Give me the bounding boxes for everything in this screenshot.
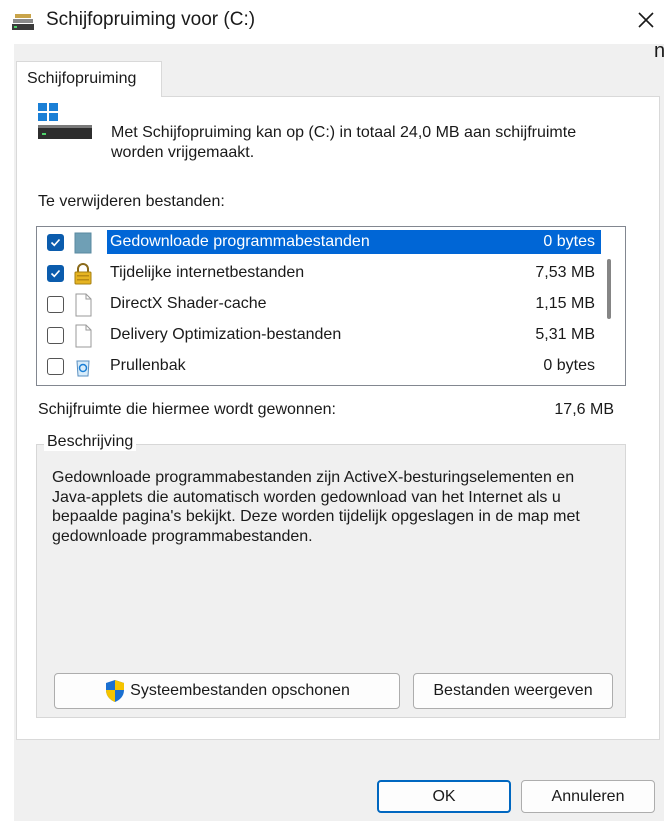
- checkbox[interactable]: [47, 265, 64, 282]
- list-item-name: Prullenbak: [110, 357, 186, 374]
- folder-icon: [73, 231, 93, 255]
- space-gained-label: Schijfruimte die hiermee wordt gewonnen:: [38, 401, 336, 418]
- view-files-button[interactable]: Bestanden weergeven: [413, 673, 613, 709]
- list-item-name: DirectX Shader-cache: [110, 295, 267, 312]
- recycle-bin-icon: [73, 355, 93, 379]
- checkbox[interactable]: [47, 327, 64, 344]
- list-item-size: 0 bytes: [543, 357, 595, 374]
- list-item-partial[interactable]: [37, 382, 607, 385]
- cancel-button[interactable]: Annuleren: [521, 780, 655, 813]
- checkbox[interactable]: [47, 358, 64, 375]
- intro-text: Met Schijfopruiming kan op (C:) in totaa…: [111, 124, 577, 161]
- close-icon: [638, 12, 654, 28]
- disk-cleanup-icon: [12, 13, 34, 31]
- checkbox[interactable]: [47, 234, 64, 251]
- list-item[interactable]: Gedownloade programmabestanden 0 bytes: [37, 227, 607, 259]
- file-icon: [73, 293, 93, 317]
- checkbox[interactable]: [47, 296, 64, 313]
- background-window-text: n: [654, 40, 666, 62]
- list-item-size: 1,15 MB: [535, 295, 595, 312]
- close-button[interactable]: [624, 0, 668, 40]
- list-item-name: Tijdelijke internetbestanden: [110, 264, 305, 281]
- clean-system-files-button[interactable]: Systeembestanden opschonen: [54, 673, 400, 709]
- list-item-name: Gedownloade programmabestanden: [107, 230, 527, 254]
- description-legend: Beschrijving: [44, 433, 137, 451]
- window-title: Schijfopruiming voor (C:): [46, 9, 256, 30]
- description-text: Gedownloade programmabestanden zijn Acti…: [52, 469, 580, 545]
- list-item-size: 7,53 MB: [535, 264, 595, 281]
- list-scrollbar-thumb[interactable]: [607, 259, 611, 319]
- list-item-size: 0 bytes: [521, 230, 601, 254]
- list-item[interactable]: Prullenbak 0 bytes: [37, 351, 607, 383]
- clean-system-files-label: Systeembestanden opschonen: [130, 682, 350, 699]
- list-item[interactable]: Delivery Optimization-bestanden 5,31 MB: [37, 320, 607, 352]
- drive-icon: [36, 103, 92, 143]
- tab-schijfopruiming[interactable]: Schijfopruiming: [16, 61, 162, 97]
- list-item-name: Delivery Optimization-bestanden: [110, 326, 342, 343]
- file-icon: [73, 324, 93, 348]
- ok-button[interactable]: OK: [377, 780, 511, 813]
- files-list-label: Te verwijderen bestanden:: [38, 193, 225, 210]
- lock-icon: [73, 262, 93, 286]
- files-list[interactable]: Gedownloade programmabestanden 0 bytes T…: [36, 226, 626, 386]
- list-item[interactable]: DirectX Shader-cache 1,15 MB: [37, 289, 607, 321]
- space-gained-value: 17,6 MB: [554, 401, 614, 418]
- list-item-size: 5,31 MB: [535, 326, 595, 343]
- list-item[interactable]: Tijdelijke internetbestanden 7,53 MB: [37, 258, 607, 290]
- uac-shield-icon: [106, 680, 125, 702]
